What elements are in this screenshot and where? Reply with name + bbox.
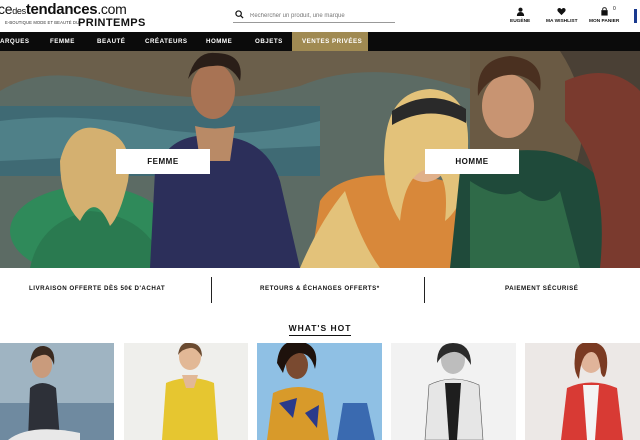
usp-divider [211,277,212,303]
usp-free-returns: RETOURS & ÉCHANGES OFFERTS* [260,285,380,292]
whats-hot-title: WHAT'S HOT [288,323,352,336]
account-label: EUGÈNE [510,19,531,24]
nav-item-beaute[interactable]: BEAUTÉ [97,32,125,51]
hero-homme-button[interactable]: HOMME [425,149,519,174]
hero-femme-button[interactable]: FEMME [116,149,210,174]
site-header: cedestendances.com E-BOUTIQUE MODE ET BE… [0,0,640,32]
nav-item-ventes-privees[interactable]: VENTES PRIVÉES [292,32,368,51]
nav-item-createurs[interactable]: CRÉATEURS [145,32,188,51]
heart-icon [557,8,566,16]
search-bar [233,9,395,23]
usp-free-delivery: LIVRAISON OFFERTE DÈS 50€ D'ACHAT [29,285,166,292]
nav-item-homme[interactable]: HOMME [206,32,232,51]
hero-image [0,51,640,268]
main-navigation: ARQUES FEMME BEAUTÉ CRÉATEURS HOMME OBJE… [0,32,640,51]
product-tile[interactable] [257,343,382,440]
logo-tagline: E-BOUTIQUE MODE ET BEAUTÉ DU [5,20,80,25]
search-input[interactable] [250,9,392,22]
usp-divider [424,277,425,303]
wishlist-label: MA WISHLIST [546,19,578,24]
wishlist-link[interactable]: MA WISHLIST [546,7,578,24]
product-tile[interactable] [124,343,248,440]
logo-parent-brand: PRINTEMPS [78,17,146,29]
product-tile[interactable] [0,343,114,440]
product-image [525,343,640,440]
nav-item-marques[interactable]: ARQUES [0,32,29,51]
product-image [257,343,382,440]
whats-hot-heading: WHAT'S HOT [0,318,640,336]
cart-label: MON PANIER [589,19,620,24]
product-image [391,343,516,440]
product-image [0,343,114,440]
nav-item-femme[interactable]: FEMME [50,32,75,51]
product-image [124,343,248,440]
product-carousel [0,343,640,440]
logo-wordmark: cedestendances.com [0,1,127,18]
usp-secure-payment: PAIEMENT SÉCURISÉ [505,285,579,292]
usp-bar: LIVRAISON OFFERTE DÈS 50€ D'ACHAT RETOUR… [0,272,640,306]
nav-item-objets[interactable]: OBJETS [255,32,283,51]
cart-count-badge: 0 [613,6,616,12]
bag-icon [600,7,608,16]
hero-banner[interactable]: FEMME HOMME [0,51,640,268]
site-logo[interactable]: cedestendances.com E-BOUTIQUE MODE ET BE… [0,1,145,31]
cart-link[interactable]: 0 MON PANIER [589,6,620,24]
user-icon [516,7,524,16]
account-link[interactable]: EUGÈNE [510,7,530,24]
search-icon[interactable] [235,10,244,19]
product-tile[interactable] [391,343,516,440]
product-tile[interactable] [525,343,640,440]
language-flag[interactable] [634,9,640,23]
